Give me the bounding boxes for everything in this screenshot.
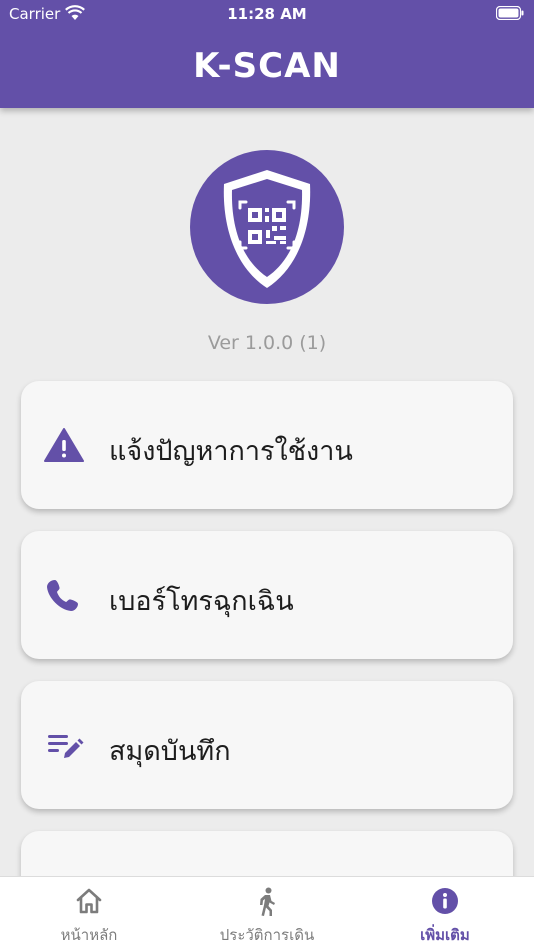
phone-icon [47,580,78,611]
nav-home-label: หน้าหลัก [60,926,118,944]
shield-qr-icon [223,170,311,288]
warning-icon [44,428,84,462]
status-bar: Carrier 11:28 AM [0,0,534,28]
app-logo [190,150,344,304]
app-version: Ver 1.0.0 (1) [207,332,327,354]
app-header: Carrier 11:28 AM K-SCAN [0,0,534,108]
nav-more[interactable]: เพิ่มเติม [356,877,534,950]
battery-icon [496,6,524,20]
notes-icon [48,735,84,758]
emergency-phone-card[interactable]: เบอร์โทรฉุกเฉิน [21,531,513,659]
status-time: 11:28 AM [227,5,307,23]
emergency-phone-label: เบอร์โทรฉุกเฉิน [109,586,294,617]
report-problem-label: แจ้งปัญหาการใช้งาน [109,436,353,467]
app-title: K-SCAN [193,46,341,86]
bottom-nav: หน้าหลัก ประวัติการเดิน เพิ่มเติม [0,876,534,950]
notebook-card[interactable]: สมุดบันทึก [21,681,513,809]
info-icon [432,888,458,914]
nav-walk-history-label: ประวัติการเดิน [219,926,315,944]
nav-walk-history[interactable]: ประวัติการเดิน [178,877,356,950]
nav-more-label: เพิ่มเติม [420,926,470,944]
home-icon [76,888,102,914]
nav-home[interactable]: หน้าหลัก [0,877,178,950]
walking-icon [260,887,275,916]
notebook-label: สมุดบันทึก [109,736,231,767]
report-problem-card[interactable]: แจ้งปัญหาการใช้งาน [21,381,513,509]
